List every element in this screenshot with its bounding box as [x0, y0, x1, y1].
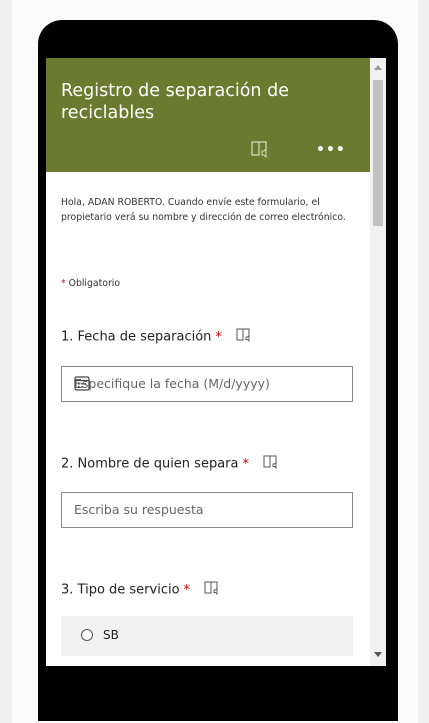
required-note: * Obligatorio	[61, 278, 120, 289]
immersive-reader-icon[interactable]	[236, 328, 252, 346]
scroll-thumb[interactable]	[373, 80, 383, 226]
calendar-icon[interactable]	[74, 376, 342, 394]
required-star: *	[242, 456, 249, 472]
form-header: Registro de separación de reciclables ••…	[46, 58, 370, 172]
scrollbar[interactable]	[370, 58, 386, 666]
form-title: Registro de separación de reciclables	[61, 81, 289, 123]
question-3-text: 3. Tipo de servicio	[61, 582, 180, 598]
scroll-up-arrow[interactable]	[374, 65, 382, 70]
scroll-down-arrow[interactable]	[374, 652, 382, 657]
required-star: *	[61, 278, 66, 289]
date-input[interactable]: Especifique la fecha (M/d/yyyy)	[61, 366, 353, 402]
immersive-reader-icon[interactable]	[204, 581, 220, 599]
required-label: Obligatorio	[68, 278, 121, 289]
name-input[interactable]: Escriba su respuesta	[61, 492, 353, 528]
immersive-reader-icon[interactable]	[250, 140, 270, 162]
intro-text: Hola, ADAN ROBERTO. Cuando envíe este fo…	[61, 197, 346, 223]
more-options-icon[interactable]: •••	[316, 142, 346, 158]
question-3-label: 3. Tipo de servicio *	[61, 581, 220, 599]
question-2-label: 2. Nombre de quien separa *	[61, 455, 279, 473]
option-label: SB	[103, 628, 119, 642]
name-input-placeholder: Escriba su respuesta	[74, 502, 204, 517]
question-1-text: 1. Fecha de separación	[61, 329, 212, 345]
option-sb[interactable]: SB	[61, 616, 353, 656]
question-1-label: 1. Fecha de separación *	[61, 328, 252, 346]
required-star: *	[215, 329, 222, 345]
radio-button[interactable]	[81, 629, 93, 641]
form-screen: Registro de separación de reciclables ••…	[46, 58, 370, 666]
required-star: *	[183, 582, 191, 598]
immersive-reader-icon[interactable]	[263, 455, 279, 473]
question-2-text: 2. Nombre de quien separa	[61, 456, 239, 472]
